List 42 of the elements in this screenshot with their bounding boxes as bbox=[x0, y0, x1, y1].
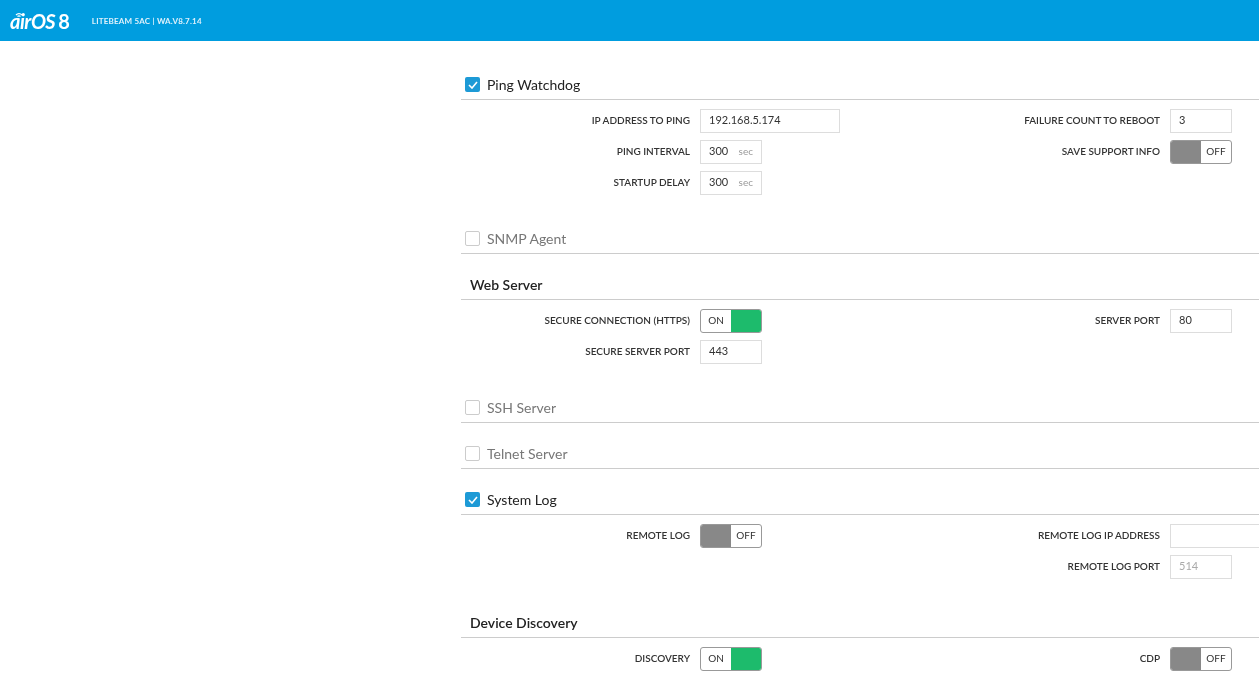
logo: airOS8 bbox=[10, 10, 70, 31]
field-label: SERVER PORT bbox=[1093, 313, 1160, 328]
field-label: SECURE SERVER PORT bbox=[584, 344, 690, 359]
device-info: LITEBEAM 5AC | WA.V8.7.14 bbox=[91, 14, 202, 27]
input-field[interactable]: 192.168.5.174 bbox=[700, 108, 840, 133]
input-field[interactable]: 443 bbox=[700, 339, 762, 364]
section-title: SNMP Agent bbox=[487, 229, 567, 249]
input-field[interactable]: 3 bbox=[1170, 108, 1232, 133]
field-label: FAILURE COUNT TO REBOOT bbox=[1023, 113, 1160, 128]
toggle-switch[interactable]: ON bbox=[700, 308, 762, 333]
checkbox[interactable] bbox=[465, 400, 480, 415]
field-label: SECURE CONNECTION (HTTPS) bbox=[543, 313, 690, 328]
field-label: REMOTE LOG PORT bbox=[1066, 559, 1160, 574]
checkbox[interactable] bbox=[465, 446, 480, 461]
toggle-switch[interactable]: OFF bbox=[1170, 646, 1232, 671]
section-title: System Log bbox=[487, 490, 557, 510]
checkbox[interactable] bbox=[465, 231, 480, 246]
input-field[interactable]: 514 bbox=[1170, 554, 1232, 579]
checkbox[interactable] bbox=[465, 77, 480, 92]
field-label: REMOTE LOG bbox=[625, 528, 690, 543]
number-field[interactable]: 300 sec bbox=[700, 170, 762, 195]
field-label: SAVE SUPPORT INFO bbox=[1060, 144, 1160, 159]
input-field[interactable]: 80 bbox=[1170, 308, 1232, 333]
check-icon bbox=[467, 495, 478, 504]
field-label: REMOTE LOG IP ADDRESS bbox=[1036, 528, 1160, 543]
section-title: Telnet Server bbox=[487, 444, 568, 464]
section-title: SSH Server bbox=[487, 398, 557, 418]
field-label: STARTUP DELAY bbox=[612, 175, 690, 190]
port-input[interactable]: 514 bbox=[1179, 558, 1223, 575]
section-title: Web Server bbox=[469, 275, 543, 295]
field-label: CDP bbox=[1138, 651, 1160, 666]
field-label: DISCOVERY bbox=[633, 651, 690, 666]
toggle-switch[interactable]: OFF bbox=[700, 523, 762, 548]
section-title: Device Discovery bbox=[469, 613, 578, 633]
checkbox[interactable] bbox=[465, 492, 480, 507]
toggle-switch[interactable]: OFF bbox=[1170, 139, 1232, 164]
field-label: IP ADDRESS TO PING bbox=[590, 113, 690, 128]
toggle-switch[interactable]: ON bbox=[700, 646, 762, 671]
section-title: Ping Watchdog bbox=[487, 75, 581, 95]
check-icon bbox=[467, 80, 478, 89]
field-label: PING INTERVAL bbox=[615, 144, 690, 159]
number-field[interactable]: 300 sec bbox=[700, 139, 762, 164]
